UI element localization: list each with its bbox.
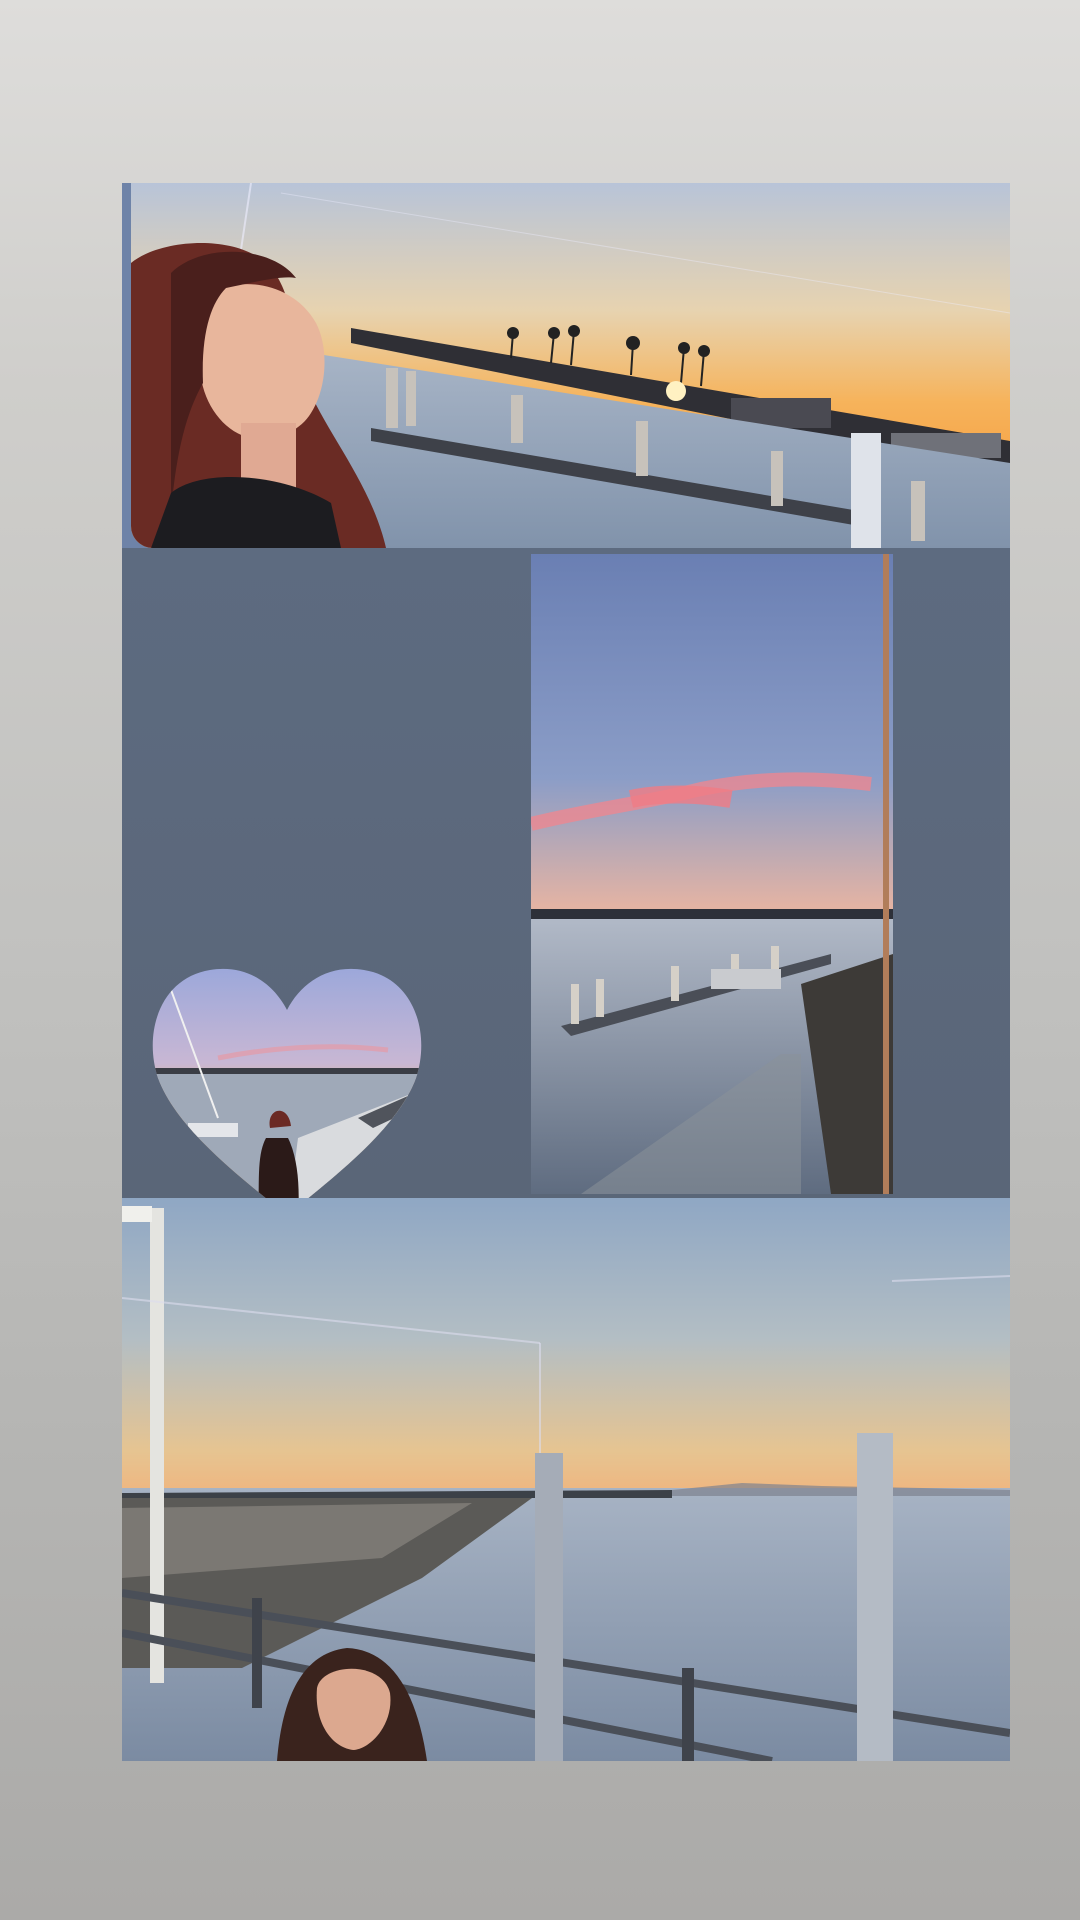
story-collage	[122, 183, 1010, 1761]
heart-cutout-photo[interactable]	[148, 938, 426, 1216]
harbor-channel-photo[interactable]	[531, 554, 893, 1194]
breakwater-sunset-photo[interactable]	[122, 1198, 1010, 1761]
sunset-marina-photo	[131, 183, 1010, 548]
top-photo-panel[interactable]	[122, 183, 1010, 548]
